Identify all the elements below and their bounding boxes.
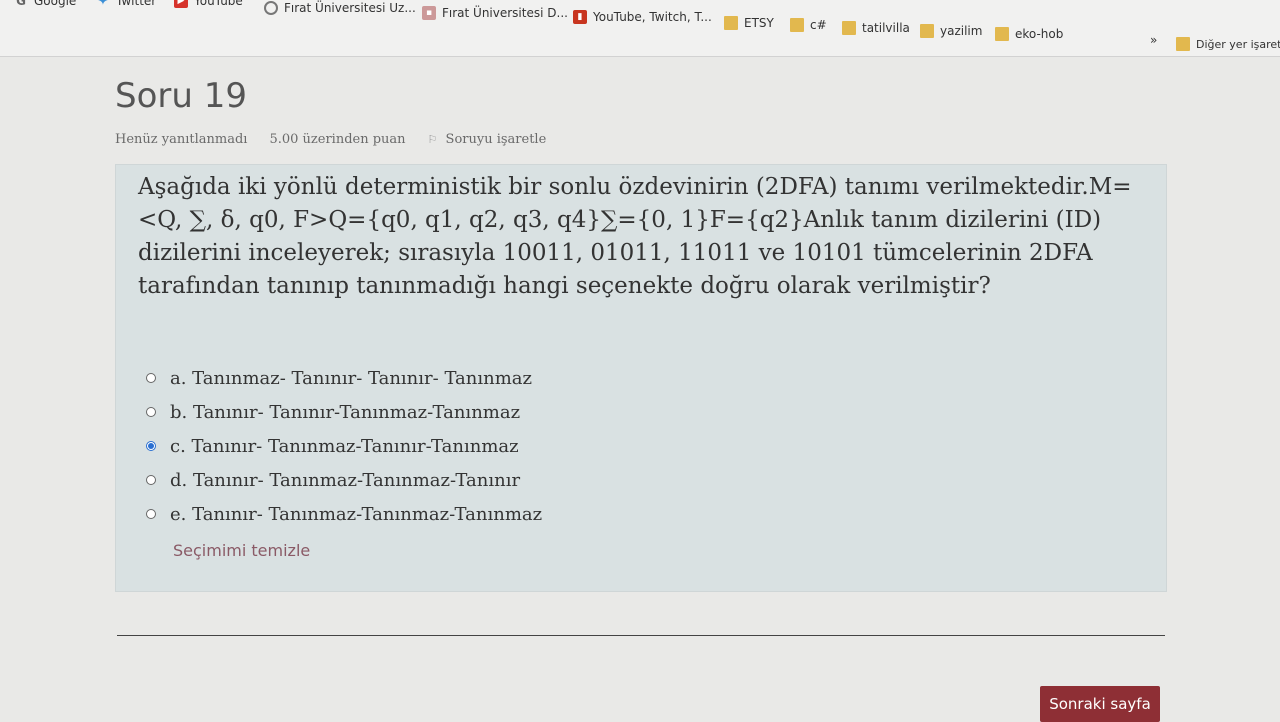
bookmark-firat-uz[interactable]: Fırat Üniversitesi Uz... [264, 1, 416, 15]
bookmark-tatilvilla[interactable]: tatilvilla [842, 21, 910, 35]
folder-icon [995, 27, 1009, 41]
answer-option-a[interactable]: a. Tanınmaz- Tanınır- Tanınır- Tanınmaz [146, 361, 542, 395]
chart-icon: ▮ [573, 10, 587, 24]
answer-label-b: b. Tanınır- Tanınır-Tanınmaz-Tanınmaz [170, 401, 521, 423]
question-text: Aşağıda iki yönlü deterministik bir sonl… [138, 174, 1132, 299]
answer-label-e: e. Tanınır- Tanınmaz-Tanınmaz-Tanınmaz [170, 503, 543, 525]
next-page-button[interactable]: Sonraki sayfa [1040, 686, 1160, 722]
divider [117, 635, 1165, 636]
answer-radio-e[interactable] [146, 509, 156, 519]
bookmark-google[interactable]: G Google [14, 0, 76, 8]
answer-label-c: c. Tanınır- Tanınmaz-Tanınır-Tanınmaz [170, 435, 519, 457]
bookmark-eko-hob[interactable]: eko-hob [995, 27, 1063, 41]
folder-icon [790, 18, 804, 32]
bookmark-youtube[interactable]: ▶ YouTube [174, 0, 243, 8]
answer-radio-b[interactable] [146, 407, 156, 417]
bookmark-firat-d[interactable]: ▪ Fırat Üniversitesi D... [422, 6, 568, 20]
bookmarks-bar: G Google ✦ Twitter ▶ YouTube Fırat Ünive… [0, 0, 1280, 57]
answer-radio-d[interactable] [146, 475, 156, 485]
flag-question-label: Soruyu işaretle [445, 132, 547, 147]
answer-options: a. Tanınmaz- Tanınır- Tanınır- Tanınmaz … [146, 361, 542, 531]
question-box: Aşağıda iki yönlü deterministik bir sonl… [115, 164, 1167, 592]
bookmark-other[interactable]: Diğer yer işaretle [1176, 37, 1280, 51]
flag-question-link[interactable]: ⚐ Soruyu işaretle [428, 132, 547, 147]
bookmark-etsy[interactable]: ETSY [724, 16, 774, 30]
question-info: Henüz yanıtlanmadı 5.00 üzerinden puan ⚐… [115, 132, 546, 147]
google-icon: G [16, 0, 26, 8]
twitter-icon: ✦ [97, 0, 109, 9]
folder-icon [920, 24, 934, 38]
folder-icon [724, 16, 738, 30]
bookmark-twitter[interactable]: ✦ Twitter [96, 0, 157, 9]
chevron-double-right-icon: » [1150, 33, 1158, 47]
page-title: Soru 19 [115, 76, 247, 116]
answer-option-d[interactable]: d. Tanınır- Tanınmaz-Tanınmaz-Tanınır [146, 463, 542, 497]
answer-label-d: d. Tanınır- Tanınmaz-Tanınmaz-Tanınır [170, 469, 521, 491]
question-status: Henüz yanıtlanmadı [115, 132, 248, 147]
answer-radio-a[interactable] [146, 373, 156, 383]
folder-icon [842, 21, 856, 35]
bookmark-yazilim[interactable]: yazilim [920, 24, 982, 38]
globe-icon [264, 1, 278, 15]
bookmark-youtube-twitch[interactable]: ▮ YouTube, Twitch, T... [573, 10, 712, 24]
folder-icon [1176, 37, 1190, 51]
question-points: 5.00 üzerinden puan [269, 132, 406, 147]
bookmarks-overflow-button[interactable]: » [1150, 33, 1157, 47]
answer-label-a: a. Tanınmaz- Tanınır- Tanınır- Tanınmaz [170, 367, 533, 389]
youtube-icon: ▶ [174, 0, 188, 8]
bookmark-csharp[interactable]: c# [790, 18, 827, 32]
answer-option-c[interactable]: c. Tanınır- Tanınmaz-Tanınır-Tanınmaz [146, 429, 542, 463]
clear-selection-link[interactable]: Seçimimi temizle [173, 541, 310, 560]
answer-option-e[interactable]: e. Tanınır- Tanınmaz-Tanınmaz-Tanınmaz [146, 497, 542, 531]
flag-icon: ⚐ [427, 133, 438, 146]
answer-radio-c[interactable] [146, 441, 156, 451]
university-icon: ▪ [422, 6, 436, 20]
answer-option-b[interactable]: b. Tanınır- Tanınır-Tanınmaz-Tanınmaz [146, 395, 542, 429]
